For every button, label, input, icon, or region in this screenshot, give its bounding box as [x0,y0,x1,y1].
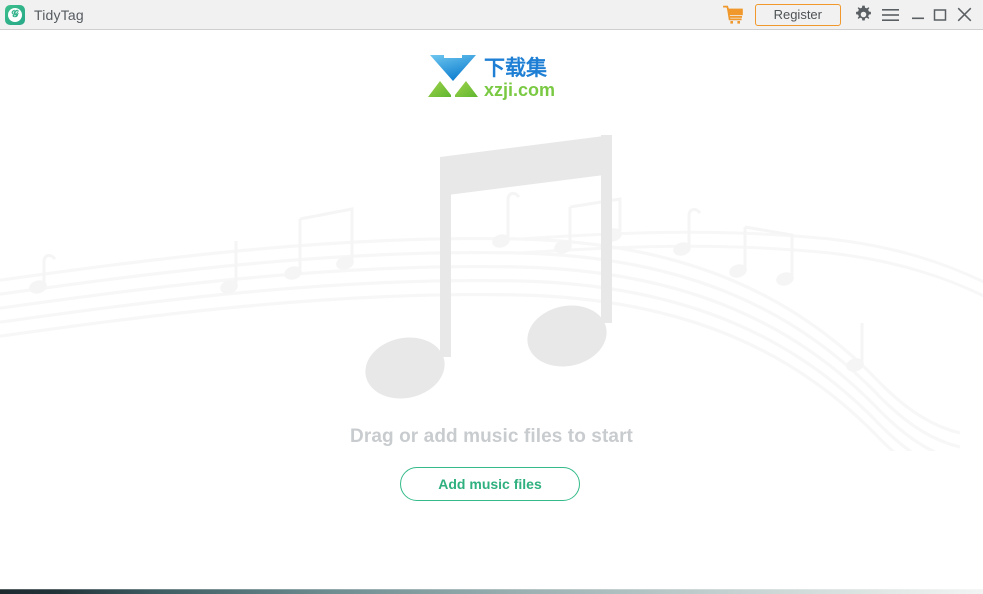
hamburger-menu-icon [881,8,899,21]
music-note-watermark-icon [0,135,983,451]
close-button[interactable] [951,3,977,27]
menu-button[interactable] [879,3,901,27]
tidytag-app-icon: 𝓖 [5,4,25,25]
download-arrow-logo-icon: 下载集 xzji.com [427,55,555,100]
gear-icon [855,5,871,21]
maximize-button[interactable] [929,3,951,27]
minimize-icon [912,17,924,19]
main-content: 下载集 xzji.com Drag or add music files to … [0,31,983,589]
shopping-cart-icon [722,5,743,24]
window-bottom-edge [0,589,983,594]
app-window: 𝓖 TidyTag Register 下载集 xzji.com Drag or … [0,0,983,594]
shopping-cart-button[interactable] [721,2,747,28]
minimize-button[interactable] [907,3,929,27]
logo-text-domain: xzji.com [484,80,555,100]
settings-button[interactable] [851,3,875,27]
app-icon-glyph: 𝓖 [8,7,22,22]
app-title: TidyTag [34,6,84,23]
drop-hint-text: Drag or add music files to start [350,426,633,447]
titlebar: 𝓖 TidyTag Register [0,0,983,30]
close-icon [957,7,971,22]
maximize-icon [933,8,947,21]
site-logo: 下载集 xzji.com [0,48,983,106]
register-button[interactable]: Register [754,3,841,26]
add-music-files-button[interactable]: Add music files [400,467,580,501]
logo-text-cn: 下载集 [484,56,548,80]
